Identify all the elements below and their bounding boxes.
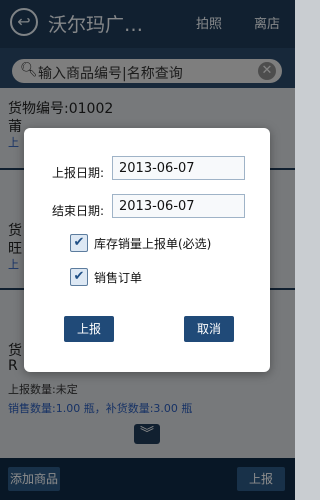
report-date-field[interactable]: 2013-06-07 xyxy=(112,156,245,180)
end-date-field[interactable]: 2013-06-07 xyxy=(112,194,245,218)
report-date-label: 上报日期: xyxy=(52,166,105,180)
end-date-label: 结束日期: xyxy=(52,204,105,218)
inventory-report-checkbox[interactable]: ✔ xyxy=(70,234,88,252)
cancel-button[interactable]: 取消 xyxy=(184,316,234,342)
inventory-report-label: 库存销量上报单(必选) xyxy=(94,237,212,251)
sales-order-checkbox[interactable]: ✔ xyxy=(70,268,88,286)
report-dialog: 上报日期: 2013-06-07 结束日期: 2013-06-07 ✔ 库存销量… xyxy=(24,128,270,372)
submit-report-button[interactable]: 上报 xyxy=(64,316,114,342)
app-screen: ↩ 沃尔玛广… 拍照 离店 🔍︎ 输入商品编号|名称查询 ✕ 货物编号:0100… xyxy=(0,0,295,500)
sales-order-label: 销售订单 xyxy=(94,271,143,285)
